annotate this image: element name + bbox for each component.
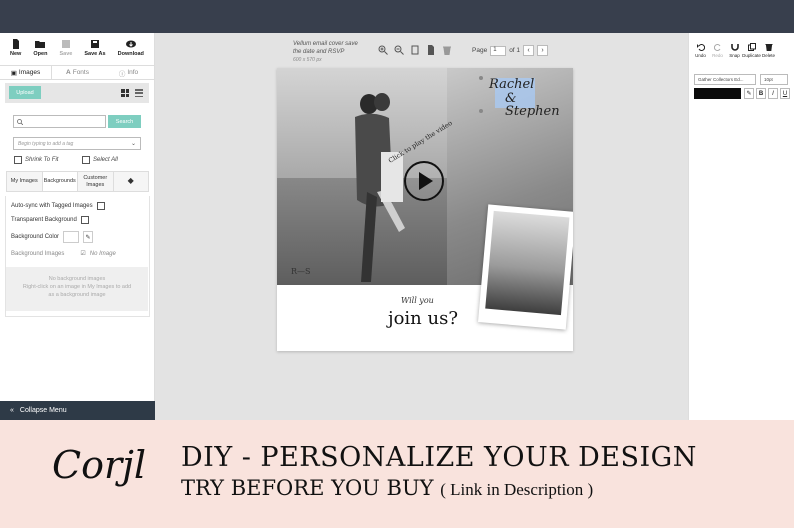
page-input[interactable]: 1 <box>490 45 507 56</box>
redo-button[interactable]: Redo <box>709 43 726 58</box>
shapes-icon: ◆ <box>127 176 134 186</box>
delete-button[interactable]: Delete <box>760 43 777 58</box>
tab-backgrounds[interactable]: Backgrounds <box>42 172 78 191</box>
couple-photo-figure <box>355 93 405 282</box>
eyedropper-icon[interactable]: ✎ <box>744 88 754 99</box>
search-input[interactable] <box>13 115 106 128</box>
cloud-download-icon <box>125 40 136 48</box>
image-source-tabs: My Images Backgrounds Customer Images ◆ <box>6 171 149 192</box>
play-button-icon[interactable] <box>404 161 444 201</box>
magnet-icon <box>730 44 739 51</box>
checkbox-box[interactable] <box>14 156 22 164</box>
text-color-swatch[interactable] <box>694 88 741 99</box>
tab-customer-images[interactable]: Customer Images <box>78 172 114 191</box>
bg-color-row: Background Color ✎ <box>11 231 94 243</box>
resize-handle[interactable] <box>479 109 483 113</box>
bg-empty-message: No background images Right-click on an i… <box>6 267 148 311</box>
tag-input[interactable]: Begin typing to add a tag ⌄ <box>13 137 141 150</box>
folder-icon <box>35 41 46 48</box>
font-size-select[interactable]: 10pt <box>760 74 788 85</box>
underline-button[interactable]: U <box>780 88 790 99</box>
polaroid-photo[interactable] <box>478 204 573 330</box>
tab-info[interactable]: ⓘ Info <box>103 66 154 79</box>
checkmark-icon[interactable]: ☑ <box>80 250 85 257</box>
info-icon: ⓘ <box>118 70 126 78</box>
tab-images[interactable]: ▣ Images <box>0 66 52 79</box>
copy-page-icon[interactable] <box>410 45 420 55</box>
canvas-area: Vellum email cover save the date and RSV… <box>155 33 688 420</box>
search-icon <box>17 119 23 125</box>
search-button[interactable]: Search <box>108 115 141 128</box>
trash-icon <box>765 44 772 51</box>
design-canvas[interactable]: Rachel & Stephen Click to play the video… <box>277 68 573 351</box>
corjl-logo: Corjl <box>52 443 147 487</box>
upload-row: Upload <box>5 83 149 103</box>
image-icon: ▣ <box>10 69 17 77</box>
open-button[interactable]: Open <box>33 39 47 67</box>
top-bar <box>0 0 794 33</box>
snap-button[interactable]: Snap <box>726 43 743 58</box>
will-you-text: Will you <box>401 296 434 305</box>
next-page-button[interactable]: › <box>537 45 549 56</box>
list-view-icon[interactable] <box>135 89 143 97</box>
zoom-out-icon[interactable] <box>394 45 404 55</box>
prev-page-button[interactable]: ‹ <box>523 45 535 56</box>
download-button[interactable]: Download <box>118 39 144 67</box>
resize-handle[interactable] <box>479 76 483 80</box>
redo-icon <box>713 44 720 51</box>
banner-subline: TRY BEFORE YOU BUY ( Link in Description… <box>181 476 594 500</box>
font-icon: A <box>66 69 71 76</box>
undo-icon <box>696 44 705 51</box>
save-as-button[interactable]: Save As <box>84 39 106 67</box>
transparent-row: Transparent Background <box>11 216 89 224</box>
bg-images-row: Background Images ☑ No Image <box>11 250 116 258</box>
promo-banner: Corjl DIY - PERSONALIZE YOUR DESIGN TRY … <box>0 420 794 528</box>
canvas-tools <box>378 45 452 55</box>
couple-names-text[interactable]: Rachel & Stephen <box>489 78 573 119</box>
autosync-checkbox[interactable] <box>96 202 105 210</box>
chevron-down-icon: ⌄ <box>130 141 136 147</box>
duplicate-icon <box>747 43 756 51</box>
join-us-text: join us? <box>388 308 458 329</box>
search-row: Search <box>13 115 141 129</box>
eyedropper-icon[interactable]: ✎ <box>83 231 94 243</box>
tab-fonts[interactable]: A Fonts <box>52 66 103 79</box>
zoom-in-icon[interactable] <box>378 45 388 55</box>
bold-button[interactable]: B <box>756 88 766 99</box>
right-panel: Undo Redo Snap Duplicate Delete Gather C… <box>688 33 794 420</box>
file-toolbar: New Open Save Save As Download <box>0 33 154 67</box>
double-chevron-left-icon: « <box>10 407 14 414</box>
select-all-checkbox[interactable]: Select All <box>82 156 118 164</box>
autosync-row: Auto-sync with Tagged Images <box>11 202 105 210</box>
edit-toolbar: Undo Redo Snap Duplicate Delete <box>689 33 794 58</box>
page-navigator: Page 1 of 1 ‹ › <box>472 45 549 56</box>
undo-button[interactable]: Undo <box>692 43 709 58</box>
shrink-to-fit-checkbox[interactable]: Shrink To Fit <box>14 156 58 164</box>
transparent-checkbox[interactable] <box>80 216 89 224</box>
new-file-icon <box>12 39 19 49</box>
bg-color-swatch[interactable] <box>63 231 80 243</box>
tab-my-images[interactable]: My Images <box>7 172 43 191</box>
app-window: { "toolbar": { "new": "New", "open": "Op… <box>0 0 794 528</box>
checkbox-box[interactable] <box>82 156 90 164</box>
new-button[interactable]: New <box>10 39 21 67</box>
duplicate-button[interactable]: Duplicate <box>742 43 761 58</box>
left-tabs: ▣ Images A Fonts ⓘ Info <box>0 65 154 80</box>
banner-headline: DIY - PERSONALIZE YOUR DESIGN <box>181 442 697 473</box>
add-page-icon[interactable] <box>426 45 436 55</box>
upload-button[interactable]: Upload <box>9 86 41 99</box>
trash-icon[interactable] <box>442 45 452 55</box>
collapse-menu-button[interactable]: « Collapse Menu <box>0 401 155 420</box>
save-button[interactable]: Save <box>59 39 72 67</box>
grid-view-icon[interactable] <box>121 89 129 97</box>
design-title: Vellum email cover save the date and RSV… <box>293 41 358 63</box>
initials-text: R—S <box>291 267 311 276</box>
italic-button[interactable]: I <box>768 88 778 99</box>
save-icon <box>61 40 70 48</box>
tab-shapes[interactable]: ◆ <box>113 172 148 191</box>
save-as-icon <box>90 40 99 48</box>
font-family-select[interactable]: Gather Collectors Ed... <box>694 74 756 85</box>
